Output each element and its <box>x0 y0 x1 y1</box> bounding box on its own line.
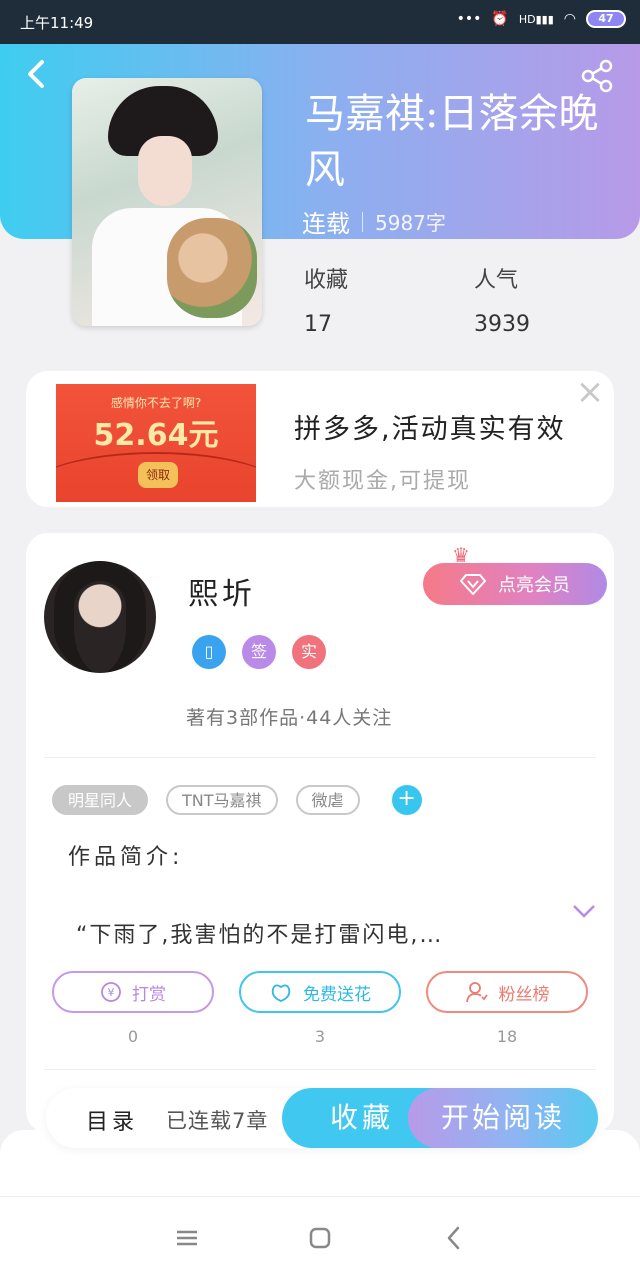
tip-button[interactable]: ¥ 打赏 <box>52 971 214 1013</box>
svg-text:¥: ¥ <box>108 986 115 999</box>
chapter-count: 已连载7章 <box>166 1109 269 1133</box>
book-cover-image[interactable] <box>72 78 262 326</box>
send-flower-label: 免费送花 <box>303 984 371 1005</box>
back-nav-icon[interactable] <box>440 1223 470 1253</box>
tag-item[interactable]: TNT马嘉祺 <box>166 785 278 815</box>
signed-badge[interactable]: 签 <box>242 635 276 669</box>
back-button[interactable] <box>22 56 52 92</box>
author-card: 熙圻 ♛ 点亮会员 ▯ 签 实 著有3部作品·44人关注 明星同人 TNT马嘉祺… <box>26 533 614 1133</box>
stat-label: 人气 <box>474 268 519 293</box>
author-summary: 著有3部作品·44人关注 <box>186 707 393 729</box>
intro-text[interactable]: “下雨了,我害怕的不是打雷闪电,… <box>76 917 443 949</box>
status-time: 上午11:49 <box>20 14 94 32</box>
chevron-left-icon <box>28 60 44 88</box>
fans-ranking-label: 粉丝榜 <box>498 984 550 1005</box>
author-badges: ▯ 签 实 <box>192 635 326 669</box>
tag-item[interactable]: 明星同人 <box>52 785 149 815</box>
catalog-button[interactable]: 目录 <box>86 1104 138 1136</box>
fans-count: 18 <box>496 1027 518 1046</box>
flower-count: 3 <box>314 1027 326 1046</box>
tag-item[interactable]: 微虐 <box>295 785 360 815</box>
divider <box>44 757 596 758</box>
send-flower-button[interactable]: 免费送花 <box>239 971 401 1013</box>
signal-icon: HD▮▮▮ <box>518 12 554 26</box>
menu-icon[interactable] <box>172 1223 202 1253</box>
book-meta: 连载 5987字 <box>302 204 446 239</box>
reading-action-bar: 目录 已连载7章 收藏 开始阅读 <box>46 1088 598 1148</box>
stat-favorites: 收藏 17 <box>304 262 348 337</box>
ad-close-icon[interactable]: × <box>574 375 606 409</box>
real-name-badge[interactable]: 实 <box>292 635 326 669</box>
home-icon[interactable] <box>305 1223 335 1253</box>
ad-card[interactable]: 感情你不去了啊? 52.64元 领取 拼多多,活动真实有效 大额现金,可提现 × <box>26 371 614 507</box>
divider <box>44 1069 596 1070</box>
intro-title: 作品简介: <box>68 845 184 870</box>
more-dots-icon: ••• <box>456 11 482 27</box>
stat-label: 收藏 <box>304 268 349 293</box>
vip-button[interactable]: 点亮会员 <box>423 563 607 605</box>
author-name[interactable]: 熙圻 <box>188 569 256 613</box>
fans-ranking-button[interactable]: 粉丝榜 <box>426 971 588 1013</box>
flower-icon <box>271 984 291 1002</box>
phone-verified-badge[interactable]: ▯ <box>192 635 226 669</box>
stat-value: 17 <box>304 312 332 337</box>
add-tag-button[interactable]: + <box>391 785 422 815</box>
ad-image[interactable]: 感情你不去了啊? 52.64元 领取 <box>56 384 256 502</box>
system-navigation-bar <box>0 1196 640 1280</box>
word-count: 5987字 <box>375 211 446 235</box>
chevron-down-icon[interactable] <box>572 903 596 919</box>
ad-title[interactable]: 拼多多,活动真实有效 <box>294 407 566 446</box>
yen-icon: ¥ <box>101 982 121 1002</box>
alarm-icon: ⏰ <box>491 11 509 27</box>
book-title: 马嘉祺:日落余晚风 <box>305 91 599 193</box>
wifi-icon: ◠ <box>563 11 576 27</box>
ad-subtitle: 大额现金,可提现 <box>294 469 471 494</box>
fans-icon <box>465 982 488 1003</box>
vip-button-label: 点亮会员 <box>498 575 570 596</box>
tip-label: 打赏 <box>132 984 166 1005</box>
book-status: 连载 <box>302 210 350 238</box>
start-reading-button[interactable]: 开始阅读 <box>408 1088 598 1148</box>
stat-value: 3939 <box>474 312 530 337</box>
stat-popularity: 人气 3939 <box>474 262 530 337</box>
diamond-icon <box>460 574 486 595</box>
battery-icon: 47 <box>586 10 626 28</box>
tip-count: 0 <box>127 1027 139 1046</box>
meta-divider <box>362 211 363 232</box>
tag-list: 明星同人 TNT马嘉祺 微虐 + <box>52 785 422 815</box>
author-avatar[interactable] <box>44 561 156 673</box>
status-bar: 上午11:49 ••• ⏰ HD▮▮▮ ◠ 47 <box>0 0 640 44</box>
status-icons: ••• ⏰ HD▮▮▮ ◠ 47 <box>457 10 626 28</box>
